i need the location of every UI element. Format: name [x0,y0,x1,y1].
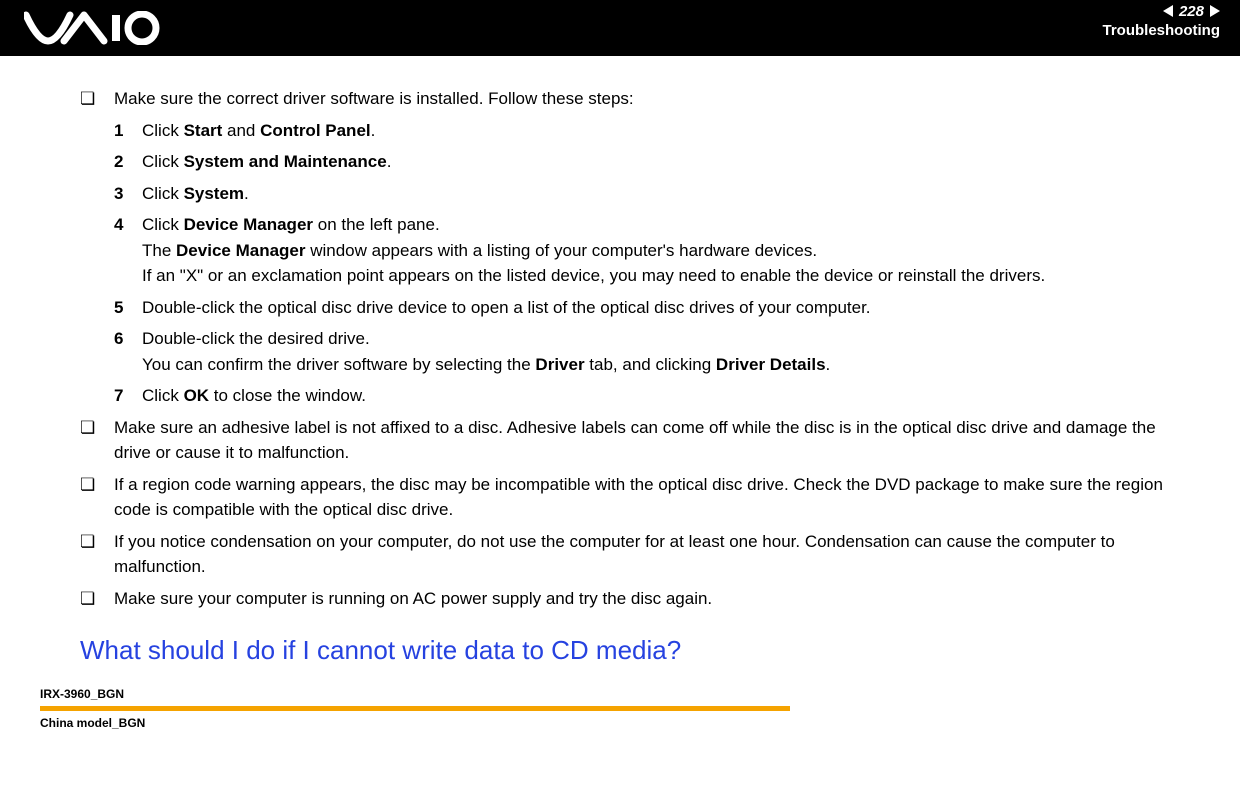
next-page-icon[interactable] [1210,5,1220,17]
step-item: 2 Click System and Maintenance. [114,149,1180,175]
step-item: 5 Double-click the optical disc drive de… [114,295,1180,321]
bullet-item: ❏ If a region code warning appears, the … [80,472,1180,523]
step-text: Click Device Manager on the left pane. T… [142,212,1180,289]
step-number: 1 [114,118,142,144]
step-number: 7 [114,383,142,409]
page-content: ❏ Make sure the correct driver software … [0,56,1240,684]
bullet-marker-icon: ❏ [80,529,114,580]
bullet-text: Make sure the correct driver software is… [114,86,1180,112]
page-number: 228 [1179,3,1204,20]
footer: IRX-3960_BGN China model_BGN [0,684,1240,753]
vaio-logo [24,11,164,45]
step-text: Click System and Maintenance. [142,149,1180,175]
step-number: 3 [114,181,142,207]
step-text: Double-click the optical disc drive devi… [142,295,1180,321]
bullet-text: Make sure an adhesive label is not affix… [114,415,1180,466]
section-title: Troubleshooting [1103,22,1221,39]
step-item: 6 Double-click the desired drive. You ca… [114,326,1180,377]
bullet-text: If you notice condensation on your compu… [114,529,1180,580]
step-item: 4 Click Device Manager on the left pane.… [114,212,1180,289]
step-text: Double-click the desired drive. You can … [142,326,1180,377]
footer-label-2: China model_BGN [40,713,1240,733]
step-text: Click System. [142,181,1180,207]
step-number: 2 [114,149,142,175]
bullet-text: Make sure your computer is running on AC… [114,586,1180,612]
step-item: 1 Click Start and Control Panel. [114,118,1180,144]
step-number: 4 [114,212,142,289]
bullet-marker-icon: ❏ [80,86,114,112]
step-text: Click Start and Control Panel. [142,118,1180,144]
section-heading: What should I do if I cannot write data … [80,631,1180,670]
bullet-text: If a region code warning appears, the di… [114,472,1180,523]
step-item: 7 Click OK to close the window. [114,383,1180,409]
bullet-item: ❏ Make sure the correct driver software … [80,86,1180,112]
bullet-marker-icon: ❏ [80,415,114,466]
bullet-item: ❏ Make sure an adhesive label is not aff… [80,415,1180,466]
step-number: 6 [114,326,142,377]
bullet-item: ❏ If you notice condensation on your com… [80,529,1180,580]
header-bar: 228 Troubleshooting [0,0,1240,56]
divider-bar [40,706,790,711]
bullet-item: ❏ Make sure your computer is running on … [80,586,1180,612]
bullet-marker-icon: ❏ [80,472,114,523]
footer-label-1: IRX-3960_BGN [40,684,1240,704]
bullet-marker-icon: ❏ [80,586,114,612]
page-nav: 228 [1103,2,1221,20]
header-right: 228 Troubleshooting [1103,0,1221,39]
step-item: 3 Click System. [114,181,1180,207]
step-number: 5 [114,295,142,321]
step-text: Click OK to close the window. [142,383,1180,409]
prev-page-icon[interactable] [1163,5,1173,17]
